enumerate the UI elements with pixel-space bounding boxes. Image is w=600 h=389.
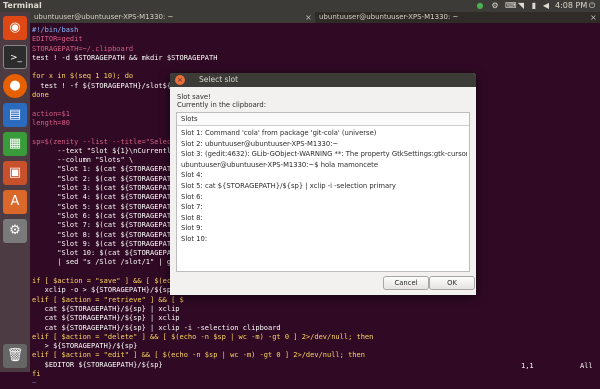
slots-list[interactable]: Slots Slot 1: Command 'cola' from packag… (176, 112, 470, 272)
unity-launcher: ◉ >_ ● ▤ ▦ ▣ A ⚙ 🗑 (0, 12, 30, 372)
tab-2-label: ubuntuuser@ubuntuuser-XPS-M1330: ~ (319, 13, 459, 21)
column-header-label: Slots (181, 115, 198, 123)
terminal-line: cat ${STORAGEPATH}/${sp} | xclip (32, 304, 180, 313)
terminal-line: ~ (32, 379, 37, 388)
dialog-heading: Slot save! (177, 93, 211, 101)
list-item[interactable]: Slot 6: (181, 192, 467, 203)
list-item[interactable]: Slot 7: (181, 202, 467, 213)
list-item[interactable]: Slot 1: Command 'cola' from package 'git… (181, 128, 467, 139)
ok-button[interactable]: OK (429, 276, 475, 290)
terminal-line: cat ${STORAGEPATH}/${sp} | xclip -i -sel… (32, 323, 281, 332)
cursor-position: 1,1 (521, 362, 534, 370)
scroll-position: All (580, 362, 593, 370)
top-panel: Terminal ● ⚙ ⌨ ◥ ▮ ◀ 4:08 PM ⏻ (0, 0, 600, 12)
tab-1[interactable]: ubuntuuser@ubuntuuser-XPS-M1330: ~ × (30, 12, 315, 23)
tab-2[interactable]: ubuntuuser@ubuntuuser-XPS-M1330: ~ × (315, 12, 600, 23)
chrome-icon[interactable]: ● (476, 2, 484, 10)
column-header-slots[interactable]: Slots (177, 113, 469, 126)
keyboard-icon[interactable]: ⌨ (505, 2, 517, 10)
list-item[interactable]: Slot 8: (181, 213, 467, 224)
active-app-title: Terminal (3, 1, 42, 10)
terminal-line: STORAGEPATH=~/.clipboard (32, 44, 134, 53)
firefox-icon[interactable]: ● (3, 74, 27, 98)
terminal-line: #!/bin/bash (32, 26, 79, 34)
dialog-titlebar[interactable]: × Select slot (170, 73, 476, 87)
list-item[interactable]: Slot 3: (gedit:4632): GLib-GObject-WARNI… (181, 149, 467, 160)
ubuntu-dash-icon[interactable]: ◉ (3, 16, 27, 40)
terminal-icon[interactable]: >_ (3, 45, 27, 69)
terminal-line: EDITOR=gedit (32, 35, 83, 44)
terminal-line: test ! -d $STORAGEPATH && mkdir $STORAGE… (32, 53, 218, 62)
cancel-button[interactable]: Cancel (383, 276, 429, 290)
terminal-line: > ${STORAGEPATH}/${sp} (32, 342, 138, 351)
dialog-subheading: Currently in the clipboard: (177, 101, 267, 109)
volume-icon[interactable]: ◀ (542, 2, 550, 10)
tab-1-label: ubuntuuser@ubuntuuser-XPS-M1330: ~ (34, 13, 174, 21)
tab-2-close-icon[interactable]: × (590, 12, 597, 23)
dialog-body: Slot save! Currently in the clipboard: S… (170, 87, 476, 295)
tab-1-close-icon[interactable]: × (305, 12, 312, 23)
list-item[interactable]: Slot 4: (181, 170, 467, 181)
terminal-tabs: ubuntuuser@ubuntuuser-XPS-M1330: ~ × ubu… (30, 12, 600, 23)
dialog-title: Select slot (199, 75, 239, 84)
system-settings-icon[interactable]: ⚙ (3, 219, 27, 243)
trash-icon[interactable]: 🗑 (3, 344, 27, 368)
libreoffice-calc-icon[interactable]: ▦ (3, 132, 27, 156)
libreoffice-writer-icon[interactable]: ▤ (3, 103, 27, 127)
list-item[interactable]: Slot 5: cat ${STORAGEPATH}/${sp} | xclip… (181, 181, 467, 192)
power-icon[interactable]: ⏻ (588, 2, 596, 10)
list-item[interactable]: Slot 2: ubuntuuser@ubuntuuser-XPS-M1330:… (181, 139, 467, 150)
wifi-icon[interactable]: ◥ (517, 2, 525, 10)
software-center-icon[interactable]: A (3, 190, 27, 214)
list-item[interactable]: ubuntuuser@ubuntuuser-XPS-M1330:~$ hola … (181, 160, 467, 171)
terminal-line: elif [ $action = "delete" ] && [ $(echo … (32, 332, 374, 341)
close-icon[interactable]: × (175, 75, 185, 85)
list-item[interactable]: Slot 9: (181, 223, 467, 234)
terminal-line: elif [ $action = "retrieve" ] && [ $ (32, 295, 184, 304)
terminal-line: cat ${STORAGEPATH}/${sp} | xclip (32, 314, 180, 323)
select-slot-dialog: × Select slot Slot save! Currently in th… (170, 73, 476, 295)
vim-statusline: 1,1 All (30, 361, 600, 372)
list-item[interactable]: Slot 10: (181, 234, 467, 245)
battery-icon[interactable]: ▮ (530, 2, 538, 10)
terminal-line: elif [ $action = "edit" ] && [ $(echo -n… (32, 351, 365, 360)
settings-gear-icon[interactable]: ⚙ (491, 2, 499, 10)
slot-rows: Slot 1: Command 'cola' from package 'git… (181, 128, 467, 245)
clock[interactable]: 4:08 PM (555, 0, 587, 12)
libreoffice-impress-icon[interactable]: ▣ (3, 161, 27, 185)
